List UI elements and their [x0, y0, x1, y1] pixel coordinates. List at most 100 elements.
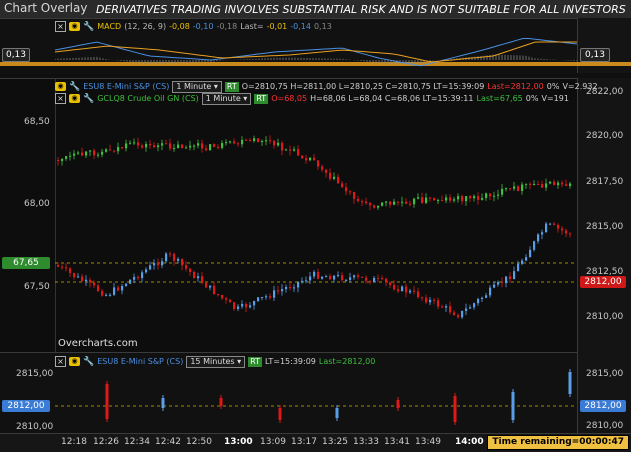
cl-candle	[57, 160, 60, 162]
cl-candles	[57, 135, 572, 211]
es-candle	[301, 280, 304, 282]
cl-candle	[541, 184, 544, 188]
cl-candle	[557, 182, 560, 186]
cl-candle	[489, 193, 492, 197]
bottom-lt: LT=15:39:09	[265, 357, 316, 366]
es-candle	[325, 276, 328, 278]
bottom-candle	[511, 392, 515, 420]
cl-candle	[449, 197, 452, 201]
es-candle	[165, 253, 168, 262]
eye-icon[interactable]: ◉	[69, 94, 80, 103]
wrench-icon[interactable]: 🔧	[83, 94, 94, 104]
wrench-icon[interactable]: 🔧	[83, 357, 94, 367]
es-candle	[565, 230, 568, 234]
es-rt-badge: RT	[224, 81, 239, 92]
es-candle	[377, 277, 380, 279]
es-candle	[497, 282, 500, 285]
left-tick: 67,50	[24, 282, 50, 292]
es-candle	[101, 291, 104, 296]
cl-candle	[145, 144, 148, 148]
bottom-candle	[453, 396, 457, 422]
es-candle	[273, 290, 276, 298]
es-candle	[109, 294, 112, 296]
cl-candle	[493, 195, 496, 197]
es-candle	[209, 285, 212, 288]
cl-candle	[225, 142, 228, 144]
es-candle	[185, 265, 188, 269]
es-candle	[329, 276, 332, 280]
right-tick: 2820,00	[586, 131, 624, 141]
es-candle	[341, 275, 344, 281]
cl-candle	[349, 191, 352, 193]
es-candle	[393, 284, 396, 290]
cl-interval-value: 1 Minute	[205, 93, 241, 103]
cl-candle	[469, 196, 472, 199]
es-candle	[521, 260, 524, 264]
cl-candle	[185, 147, 188, 149]
es-candle	[369, 280, 372, 283]
es-candle	[145, 269, 148, 273]
es-candle	[445, 306, 448, 308]
cl-candle	[513, 186, 516, 189]
es-candle	[261, 297, 264, 299]
cl-candle	[121, 147, 124, 149]
es-candle	[197, 276, 200, 279]
bottom-candle	[568, 372, 572, 394]
cl-candle	[69, 155, 72, 157]
es-candle	[281, 289, 284, 292]
cl-candle	[113, 150, 116, 152]
cl-candle	[313, 157, 316, 161]
cl-candle	[257, 138, 260, 142]
cl-candle	[553, 181, 556, 186]
cl-candle	[365, 201, 368, 204]
es-pct: 0%	[546, 82, 560, 91]
es-candle	[181, 258, 184, 266]
eye-icon[interactable]: ◉	[69, 357, 80, 366]
cl-candle	[97, 154, 100, 156]
es-candle	[69, 268, 72, 274]
bottom-candle	[219, 398, 223, 406]
es-candle	[113, 287, 116, 295]
cl-candle	[517, 186, 520, 191]
cl-header: × ◉ 🔧 GCLQ8 Crude Oil GN (CS) 1 Minute ▾…	[55, 92, 569, 105]
cl-last: Last=67,65	[476, 94, 523, 103]
main-price-axis-right[interactable]	[577, 78, 631, 352]
cl-candle	[481, 197, 484, 200]
cl-symbol: GCLQ8 Crude Oil GN (CS)	[97, 94, 199, 103]
cl-candle	[165, 143, 168, 145]
es-candle	[489, 287, 492, 296]
wrench-icon[interactable]: 🔧	[69, 82, 80, 92]
cl-interval-select[interactable]: 1 Minute ▾	[201, 92, 252, 105]
cl-candle	[409, 203, 412, 205]
cl-candle	[173, 148, 176, 150]
cl-candle	[549, 181, 552, 184]
es-candle	[333, 275, 336, 280]
es-candle	[233, 302, 236, 309]
close-icon[interactable]: ×	[55, 93, 66, 104]
es-interval-select[interactable]: 1 Minute ▾	[172, 80, 222, 93]
es-candle	[93, 282, 96, 286]
cl-candle	[545, 183, 548, 188]
cl-candle	[61, 158, 64, 162]
cl-candle	[417, 197, 420, 199]
time-label: 12:26	[93, 437, 119, 447]
cl-candle	[217, 146, 220, 148]
cl-candle	[253, 138, 256, 141]
cl-candle	[385, 201, 388, 203]
es-candle	[269, 296, 272, 298]
es-candle	[357, 275, 360, 277]
cl-candle	[201, 143, 204, 149]
es-candles	[57, 221, 572, 319]
eye-icon[interactable]: ◉	[55, 82, 66, 91]
close-icon[interactable]: ×	[55, 356, 66, 367]
cl-rt-badge: RT	[254, 93, 269, 104]
bottom-interval-select[interactable]: 15 Minutes ▾	[186, 355, 246, 368]
cl-candle	[181, 144, 184, 149]
cl-candle	[293, 149, 296, 151]
bottom-interval-value: 15 Minutes	[190, 356, 235, 366]
cl-candle	[141, 145, 144, 148]
time-label: 13:41	[384, 437, 410, 447]
cl-candle	[193, 145, 196, 147]
es-candle	[553, 223, 556, 225]
es-candle	[141, 272, 144, 279]
